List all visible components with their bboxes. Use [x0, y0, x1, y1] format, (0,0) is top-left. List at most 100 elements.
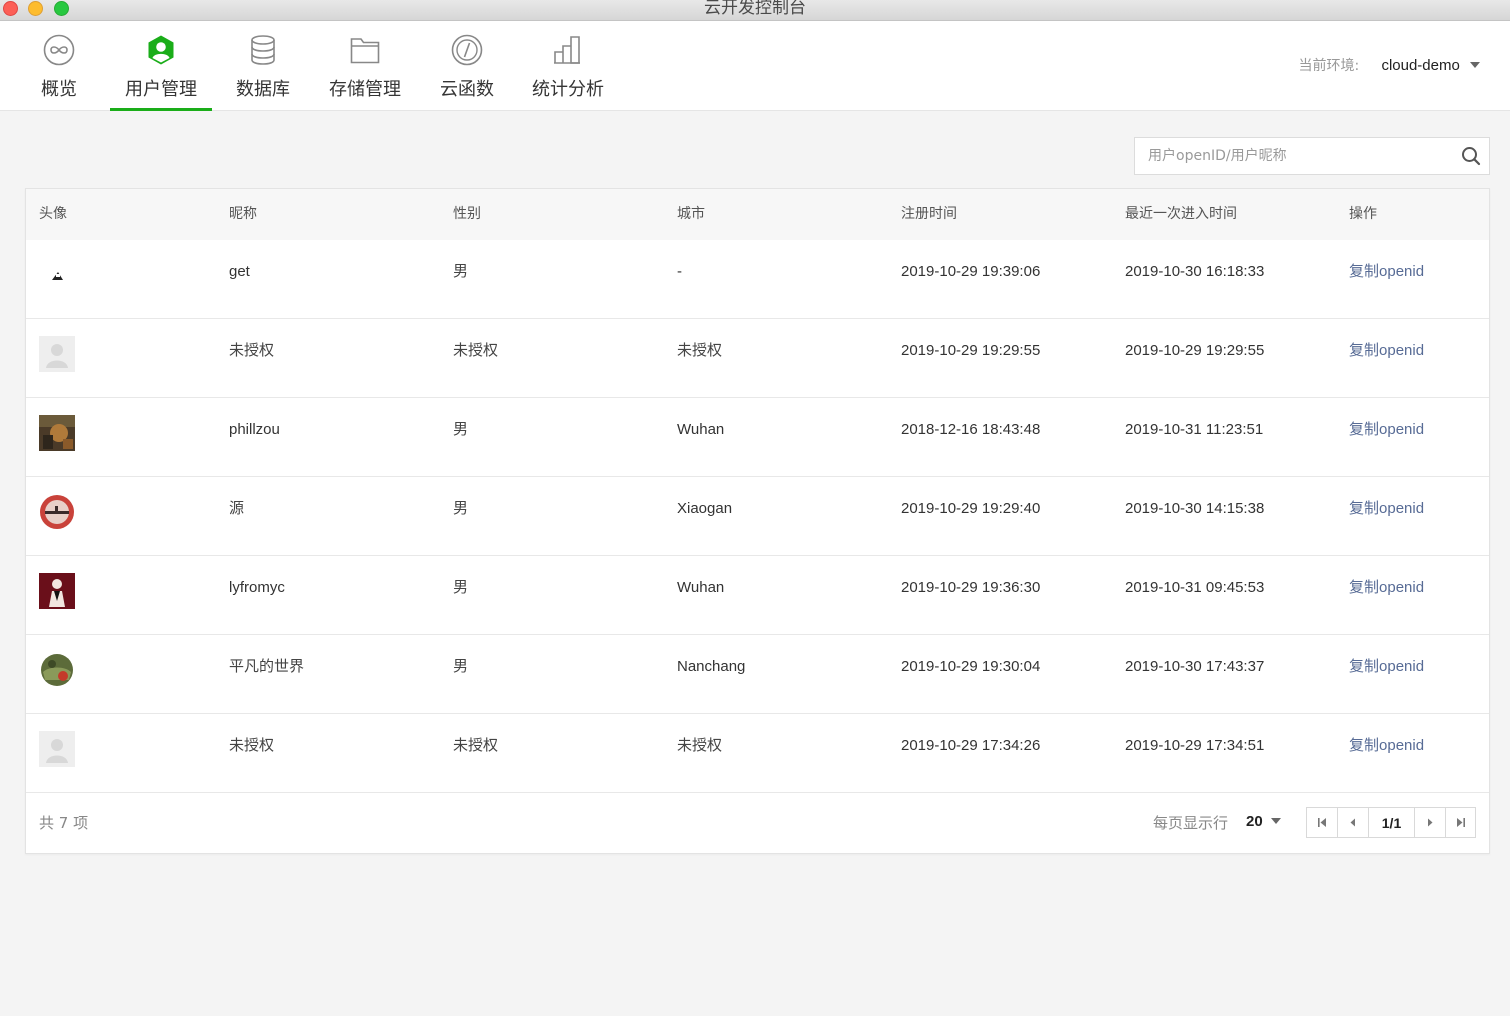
last-visit-cell: 2019-10-30 14:15:38 [1125, 500, 1265, 517]
avatar [39, 336, 75, 372]
function-icon [451, 34, 483, 66]
last-page-button[interactable] [1446, 808, 1477, 837]
city-cell: - [677, 263, 682, 280]
database-icon [251, 35, 275, 65]
registered-cell: 2019-10-29 19:36:30 [901, 579, 1041, 596]
chevron-down-icon[interactable] [1470, 62, 1480, 68]
table-header: 头像 昵称 性别 城市 注册时间 最近一次进入时间 操作 [26, 189, 1489, 240]
copy-openid-link[interactable]: 复制openid [1349, 714, 1424, 793]
avatar [39, 731, 75, 767]
first-page-button[interactable] [1307, 808, 1338, 837]
total-count: 共 7 项 [39, 814, 89, 832]
registered-cell: 2019-10-29 19:29:55 [901, 342, 1041, 359]
window-title: 云开发控制台 [704, 0, 806, 18]
copy-openid-link[interactable]: 复制openid [1349, 556, 1424, 635]
last-visit-cell: 2019-10-29 17:34:51 [1125, 737, 1265, 754]
nav-toolbar: 概览 用户管理 数据库 存储管理 云函数 统计分析 当前环境: cloud-de… [0, 21, 1510, 111]
registered-cell: 2019-10-29 19:29:40 [901, 500, 1041, 517]
user-table: 头像 昵称 性别 城市 注册时间 最近一次进入时间 操作 get 男 - 201… [25, 188, 1490, 854]
copy-openid-link[interactable]: 复制openid [1349, 635, 1424, 714]
avatar [39, 257, 75, 293]
last-visit-cell: 2019-10-30 17:43:37 [1125, 658, 1265, 675]
chevron-left-icon [1350, 818, 1355, 827]
nav-item-functions[interactable]: 云函数 [430, 21, 504, 111]
table-row: 未授权 未授权 未授权 2019-10-29 19:29:55 2019-10-… [26, 319, 1489, 398]
chevron-right-icon [1428, 818, 1433, 827]
search-input[interactable] [1135, 138, 1445, 174]
table-row: get 男 - 2019-10-29 19:39:06 2019-10-30 1… [26, 240, 1489, 319]
per-page-value: 20 [1246, 813, 1263, 830]
nav-item-storage[interactable]: 存储管理 [320, 21, 410, 111]
registered-cell: 2019-10-29 19:30:04 [901, 658, 1041, 675]
nav-label-stats: 统计分析 [532, 79, 604, 100]
nickname-cell: phillzou [229, 421, 280, 438]
first-page-icon [1318, 818, 1326, 827]
avatar [39, 494, 75, 530]
window-titlebar: 云开发控制台 [0, 0, 1510, 21]
column-header-registered: 注册时间 [901, 206, 957, 222]
search-icon[interactable] [1461, 146, 1481, 166]
registered-cell: 2019-10-29 17:34:26 [901, 737, 1041, 754]
registered-cell: 2018-12-16 18:43:48 [901, 421, 1041, 438]
nav-label-overview: 概览 [41, 79, 77, 100]
per-page-label: 每页显示行 [1153, 814, 1229, 832]
copy-openid-link[interactable]: 复制openid [1349, 240, 1424, 319]
nav-label-users: 用户管理 [125, 79, 197, 100]
registered-cell: 2019-10-29 19:39:06 [901, 263, 1041, 280]
stats-icon [554, 36, 580, 64]
column-header-city: 城市 [677, 206, 705, 222]
pagination: 1/1 [1306, 807, 1476, 838]
search-box [1134, 137, 1490, 175]
nav-item-users[interactable]: 用户管理 [110, 21, 212, 111]
city-cell: Nanchang [677, 658, 746, 675]
table-footer: 共 7 项 每页显示行 20 1/1 [26, 792, 1489, 854]
copy-openid-link[interactable]: 复制openid [1349, 319, 1424, 398]
avatar [39, 415, 75, 451]
last-page-icon [1457, 818, 1465, 827]
next-page-button[interactable] [1415, 808, 1446, 837]
nickname-cell: 未授权 [229, 341, 275, 359]
gender-cell: 男 [453, 499, 469, 517]
last-visit-cell: 2019-10-31 11:23:51 [1125, 421, 1264, 438]
user-icon [148, 35, 174, 65]
column-header-avatar: 头像 [39, 206, 67, 222]
nav-label-storage: 存储管理 [329, 79, 401, 100]
gender-cell: 未授权 [453, 736, 499, 754]
city-cell: Wuhan [677, 579, 725, 596]
column-header-last-visit: 最近一次进入时间 [1125, 206, 1237, 222]
gender-cell: 男 [453, 420, 469, 438]
table-row: 未授权 未授权 未授权 2019-10-29 17:34:26 2019-10-… [26, 714, 1489, 793]
per-page-select[interactable]: 20 [1246, 810, 1281, 834]
nav-item-overview[interactable]: 概览 [24, 21, 94, 111]
nav-label-database: 数据库 [236, 79, 290, 100]
city-cell: 未授权 [677, 736, 723, 754]
table-row: phillzou 男 Wuhan 2018-12-16 18:43:48 201… [26, 398, 1489, 477]
gender-cell: 男 [453, 657, 469, 675]
last-visit-cell: 2019-10-30 16:18:33 [1125, 263, 1265, 280]
table-row: 源 男 Xiaogan 2019-10-29 19:29:40 2019-10-… [26, 477, 1489, 556]
column-header-gender: 性别 [453, 206, 481, 222]
last-visit-cell: 2019-10-31 09:45:53 [1125, 579, 1265, 596]
column-header-actions: 操作 [1349, 206, 1377, 222]
table-row: 平凡的世界 男 Nanchang 2019-10-29 19:30:04 201… [26, 635, 1489, 714]
chevron-down-icon [1270, 818, 1281, 824]
prev-page-button[interactable] [1338, 808, 1369, 837]
gender-cell: 男 [453, 578, 469, 596]
environment-selector[interactable]: 当前环境: cloud-demo [1299, 55, 1480, 75]
environment-value[interactable]: cloud-demo [1381, 57, 1459, 74]
nickname-cell: 源 [229, 499, 245, 517]
current-page: 1/1 [1369, 808, 1415, 837]
overview-icon [43, 34, 75, 66]
nickname-cell: 未授权 [229, 736, 275, 754]
gender-cell: 男 [453, 262, 469, 280]
table-row: lyfromyc 男 Wuhan 2019-10-29 19:36:30 201… [26, 556, 1489, 635]
column-header-nickname: 昵称 [229, 206, 257, 222]
nickname-cell: lyfromyc [229, 579, 285, 596]
nav-item-stats[interactable]: 统计分析 [523, 21, 613, 111]
avatar [39, 652, 75, 688]
copy-openid-link[interactable]: 复制openid [1349, 398, 1424, 477]
city-cell: Xiaogan [677, 500, 733, 517]
nav-item-database[interactable]: 数据库 [228, 21, 298, 111]
copy-openid-link[interactable]: 复制openid [1349, 477, 1424, 556]
avatar [39, 573, 75, 609]
